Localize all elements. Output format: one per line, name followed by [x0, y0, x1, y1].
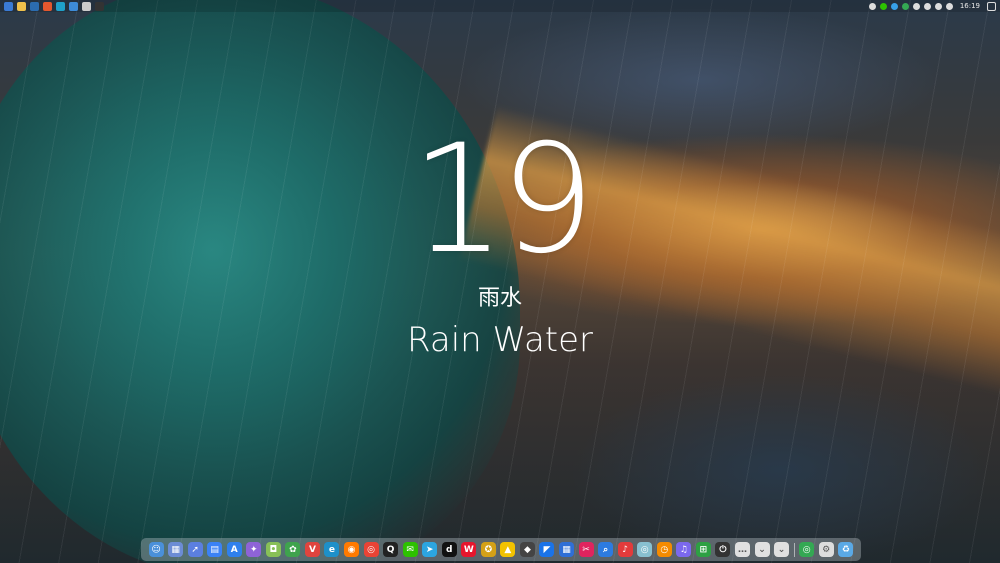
topbar-left-icons	[0, 1, 108, 11]
edge-icon[interactable]: e	[324, 542, 340, 557]
browser-icon[interactable]	[30, 1, 39, 11]
solar-term-widget: 19 雨水 Rain Water	[0, 120, 1000, 362]
volume-icon[interactable]	[912, 2, 920, 10]
wechat-icon[interactable]: ✉	[402, 542, 418, 557]
power-icon[interactable]: ⏻	[715, 542, 731, 557]
network-icon[interactable]	[890, 2, 898, 10]
dock: ☺ ▦ ➚ ▤ A ✦ ◘ ✿ Ve ◉ ◎ Q ✉ ➤ d W ✪ ▲ ◆ ◤ ▦ ✂ ⌕ ♪ ◎ ◷ ♫ ⊞ ⏻… ⌄ ⌄ ◎ ⚙ ♻	[141, 538, 861, 561]
vectors-icon[interactable]: ◆	[519, 542, 535, 557]
qq-tray-icon[interactable]	[901, 2, 909, 10]
ime-icon[interactable]	[923, 2, 931, 10]
chevron-down-icon-2[interactable]: ⌄	[774, 542, 790, 557]
launchpad-icon[interactable]: ▦	[168, 542, 184, 557]
terminal-icon[interactable]	[95, 1, 104, 11]
keyboard-icon[interactable]	[934, 2, 942, 10]
launcher-icon[interactable]	[4, 1, 13, 11]
chrome-icon[interactable]: ◎	[363, 542, 379, 557]
netease-music-icon[interactable]: ♪	[617, 542, 633, 557]
gear-icon[interactable]: ⚙	[818, 542, 834, 557]
top-bar: 16:19	[0, 0, 1000, 12]
recycle-bin-icon[interactable]: ♻	[838, 542, 854, 557]
photos-icon[interactable]: ▦	[559, 542, 575, 557]
mail-icon[interactable]: ◤	[539, 542, 555, 557]
dock-separator	[793, 542, 795, 557]
screenshot-icon[interactable]: ✂	[578, 542, 594, 557]
firefox-icon[interactable]: ◉	[344, 542, 360, 557]
star-app-icon[interactable]: ✦	[246, 542, 262, 557]
rocket-icon[interactable]: ➚	[187, 542, 203, 557]
chrome-icon[interactable]	[43, 1, 52, 11]
vivaldi-icon[interactable]: V	[304, 542, 320, 557]
game-icon[interactable]: ✿	[285, 542, 301, 557]
app-store-icon[interactable]: A	[226, 542, 242, 557]
telegram-icon[interactable]: ➤	[422, 542, 438, 557]
image-viewer-icon[interactable]: ◘	[265, 542, 281, 557]
files-icon[interactable]	[17, 1, 26, 11]
mission-control-icon[interactable]: ▤	[207, 542, 223, 557]
audio-icon[interactable]: ♫	[676, 542, 692, 557]
qq-icon[interactable]: Q	[383, 542, 399, 557]
finder-icon[interactable]: ☺	[148, 542, 164, 557]
clock[interactable]: 16:19	[960, 2, 980, 10]
dictionary-icon[interactable]: d	[441, 542, 457, 557]
chrome-dock-icon[interactable]: ◎	[799, 542, 815, 557]
wechat-tray-icon[interactable]	[879, 2, 887, 10]
calculator-icon[interactable]: ⊞	[695, 542, 711, 557]
weibo-icon[interactable]: W	[461, 542, 477, 557]
chevron-down-icon[interactable]: ⌄	[754, 542, 770, 557]
colorpicker-icon[interactable]: ◎	[637, 542, 653, 557]
system-tray	[868, 2, 953, 10]
day-number: 19	[410, 113, 596, 287]
vpn-icon[interactable]: ▲	[500, 542, 516, 557]
topbar-right: 16:19	[865, 1, 1000, 11]
search-app-icon[interactable]: ⌕	[598, 542, 614, 557]
xiaohongshu-icon[interactable]: ✪	[480, 542, 496, 557]
solar-term-english: Rain Water	[406, 320, 594, 360]
solar-term-chinese: 雨水	[477, 286, 522, 311]
store-icon[interactable]	[69, 1, 78, 11]
more-icon[interactable]: …	[734, 542, 750, 557]
clock-app-icon[interactable]: ◷	[656, 542, 672, 557]
search-icon[interactable]	[945, 2, 953, 10]
settings-icon[interactable]	[82, 1, 91, 11]
edge-icon[interactable]	[56, 1, 65, 11]
chevron-up-icon[interactable]	[868, 2, 876, 10]
notification-icon[interactable]	[987, 1, 996, 11]
